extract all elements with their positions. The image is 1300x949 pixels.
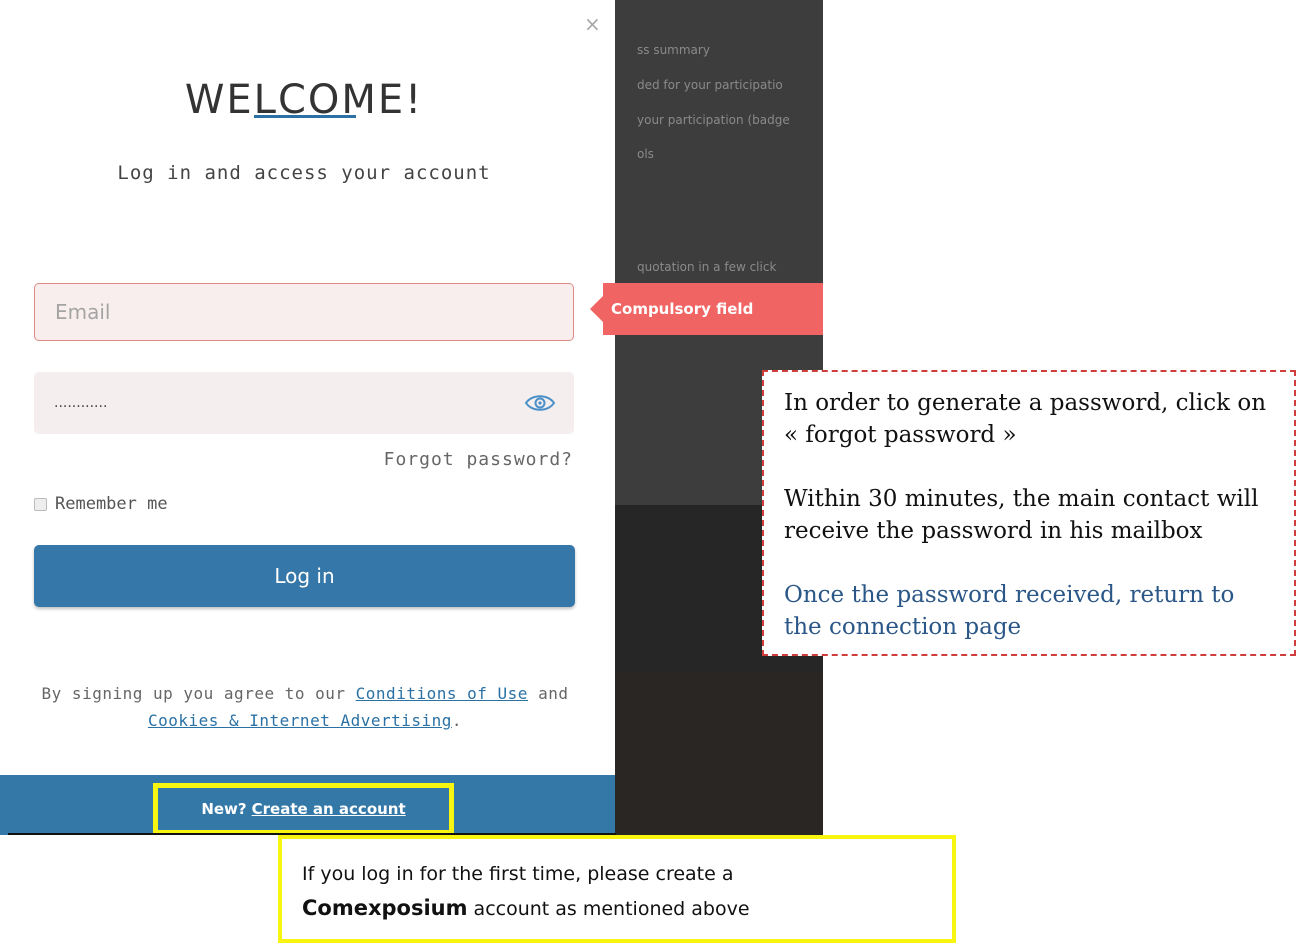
close-icon[interactable]: × <box>584 14 601 34</box>
new-label: New? <box>201 800 247 818</box>
eye-icon[interactable] <box>524 392 556 414</box>
note-line-mailbox: Within 30 minutes, the main contact will… <box>784 486 1259 544</box>
password-field[interactable] <box>34 372 574 434</box>
background-text: ss summary <box>637 43 710 57</box>
remember-me-label: Remember me <box>55 494 168 514</box>
email-field[interactable] <box>34 283 574 341</box>
background-text: quotation in a few click <box>637 260 777 274</box>
legal-text: By signing up you agree to our Condition… <box>30 680 580 734</box>
login-button[interactable]: Log in <box>34 545 575 607</box>
legal-and: and <box>538 684 569 703</box>
legal-suffix: . <box>451 711 463 730</box>
background-band <box>615 673 823 835</box>
remember-me-checkbox[interactable] <box>34 497 47 511</box>
login-modal: × WELCOME! Log in and access your accoun… <box>0 0 615 835</box>
background-text: ded for your participatio <box>637 78 783 92</box>
conditions-of-use-link[interactable]: Conditions of Use <box>356 684 528 703</box>
forgot-password-link[interactable]: Forgot password? <box>384 449 573 470</box>
note-line-forgot: In order to generate a password, click o… <box>784 390 1267 448</box>
note-prefix: If you log in for the first time, please… <box>302 863 734 885</box>
note-line-return: Once the password received, return to th… <box>784 582 1235 640</box>
title-underline <box>254 115 356 118</box>
note-suffix: account as mentioned above <box>473 898 750 920</box>
modal-subtitle: Log in and access your account <box>117 162 491 184</box>
remember-me-row: Remember me <box>34 494 168 514</box>
password-field-container <box>34 372 574 434</box>
first-login-note: If you log in for the first time, please… <box>278 835 956 943</box>
legal-prefix: By signing up you agree to our <box>41 684 346 703</box>
create-account-highlight: New? Create an account <box>153 783 454 835</box>
background-text: your participation (badge <box>637 113 790 127</box>
password-instructions-note: In order to generate a password, click o… <box>762 370 1296 656</box>
cookies-link[interactable]: Cookies & Internet Advertising <box>148 711 452 730</box>
create-account-link[interactable]: Create an account <box>252 800 406 818</box>
brand-name: Comexposium <box>302 896 468 920</box>
compulsory-field-tooltip: Compulsory field <box>590 283 823 335</box>
background-text: ols <box>637 147 654 161</box>
